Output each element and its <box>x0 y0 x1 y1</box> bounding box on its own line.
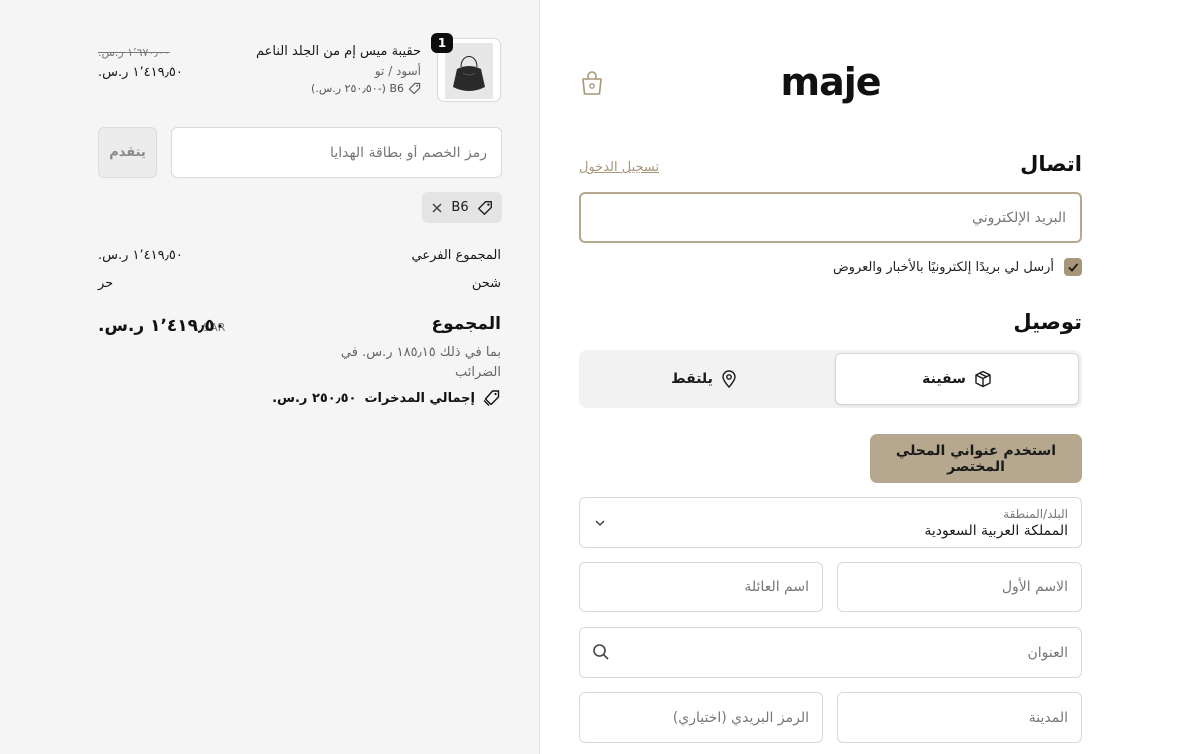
total-savings: إجمالي المدخرات ٢٥٠٫٥٠ ر.س. <box>272 389 501 407</box>
apply-discount-button[interactable]: يتقدم <box>98 127 157 178</box>
shipping-label: شحن <box>471 276 501 291</box>
subtotal-value: ١٬٤١٩٫٥٠ ر.س. <box>98 248 183 263</box>
delivery-option-pickup-label: يلتقط <box>671 371 713 387</box>
newsletter-checkbox[interactable] <box>1064 258 1082 276</box>
discount-code-input[interactable] <box>171 127 502 178</box>
checkmark-icon <box>1068 263 1079 272</box>
country-select-value: المملكة العربية السعودية <box>924 523 1068 539</box>
chevron-down-icon <box>595 520 605 527</box>
applied-code-chip: B6 <box>422 192 502 223</box>
total-value: ١٬٤١٩٫٥٠ ر.س. <box>98 316 226 336</box>
postal-code-placeholder: الرمز البريدي (اختياري) <box>672 709 809 726</box>
address-field[interactable]: العنوان <box>579 627 1082 678</box>
tags-icon <box>483 390 500 406</box>
shopping-bag-icon[interactable] <box>580 70 604 96</box>
last-name-field[interactable]: اسم العائلة <box>579 562 823 612</box>
product-price-original: ١٬٦٧٠٫٠٠ ر.س. <box>98 46 170 59</box>
email-field[interactable] <box>579 192 1082 243</box>
product-price-discounted: ١٬٤١٩٫٥٠ ر.س. <box>98 65 183 80</box>
use-short-address-button[interactable]: استخدم عنواني المحلي المختصر <box>870 434 1082 483</box>
total-label: المجموع <box>431 314 501 334</box>
product-discount: B6 (-٢٥٠٫٥٠ ر.س.) <box>311 82 421 95</box>
tax-note: بما في ذلك ١٨٥٫١٥ ر.س. في الضرائب <box>340 345 501 380</box>
close-icon[interactable] <box>431 202 443 214</box>
tag-icon <box>477 200 492 215</box>
savings-value: ٢٥٠٫٥٠ ر.س. <box>272 390 357 406</box>
city-field[interactable]: المدينة <box>837 692 1082 743</box>
country-select[interactable]: البلد/المنطقة المملكة العربية السعودية <box>579 497 1082 548</box>
shipping-value: حر <box>98 276 114 291</box>
quantity-badge: 1 <box>431 33 453 53</box>
product-name: حقيبة ميس إم من الجلد الناعم <box>255 44 421 59</box>
product-image <box>445 43 493 99</box>
delivery-option-ship-label: سفينة <box>922 371 966 387</box>
last-name-placeholder: اسم العائلة <box>744 579 809 595</box>
address-placeholder: العنوان <box>1027 644 1068 661</box>
newsletter-row[interactable]: أرسل لي بريدًا إلكترونيًا بالأخبار والعر… <box>833 258 1082 276</box>
package-icon <box>975 370 991 388</box>
subtotal-label: المجموع الفرعي <box>411 248 501 263</box>
checkout-main-inner: maje اتصال تسجيل الدخول أرسل لي بريدًا إ… <box>579 0 1082 754</box>
country-select-label: البلد/المنطقة <box>1003 507 1068 521</box>
product-variant: أسود / تو <box>374 64 421 78</box>
first-name-placeholder: الاسم الأول <box>1001 579 1068 595</box>
newsletter-label: أرسل لي بريدًا إلكترونيًا بالأخبار والعر… <box>832 259 1054 275</box>
city-placeholder: المدينة <box>1028 709 1068 726</box>
tag-icon <box>408 82 421 95</box>
handbag-image <box>453 56 485 91</box>
first-name-field[interactable]: الاسم الأول <box>837 562 1082 612</box>
delivery-option-ship[interactable]: سفينة <box>835 353 1079 405</box>
order-summary: 1 حقيبة ميس إم من الجلد الناعم أسود / تو… <box>0 0 540 754</box>
delivery-title: توصيل <box>1013 310 1082 334</box>
checkout-main: maje اتصال تسجيل الدخول أرسل لي بريدًا إ… <box>540 0 1183 754</box>
contact-title: اتصال <box>1020 152 1082 176</box>
applied-code-text: B6 <box>451 200 469 215</box>
brand-logo[interactable]: maje <box>579 60 1082 104</box>
delivery-option-pickup[interactable]: يلتقط <box>582 353 826 405</box>
postal-code-field[interactable]: الرمز البريدي (اختياري) <box>579 692 823 743</box>
search-icon <box>593 644 609 660</box>
login-link[interactable]: تسجيل الدخول <box>579 160 659 175</box>
product-discount-text: B6 (-٢٥٠٫٥٠ ر.س.) <box>311 82 404 95</box>
location-pin-icon <box>722 370 736 388</box>
savings-label: إجمالي المدخرات <box>364 390 475 406</box>
delivery-method-toggle: سفينة يلتقط <box>579 350 1082 408</box>
